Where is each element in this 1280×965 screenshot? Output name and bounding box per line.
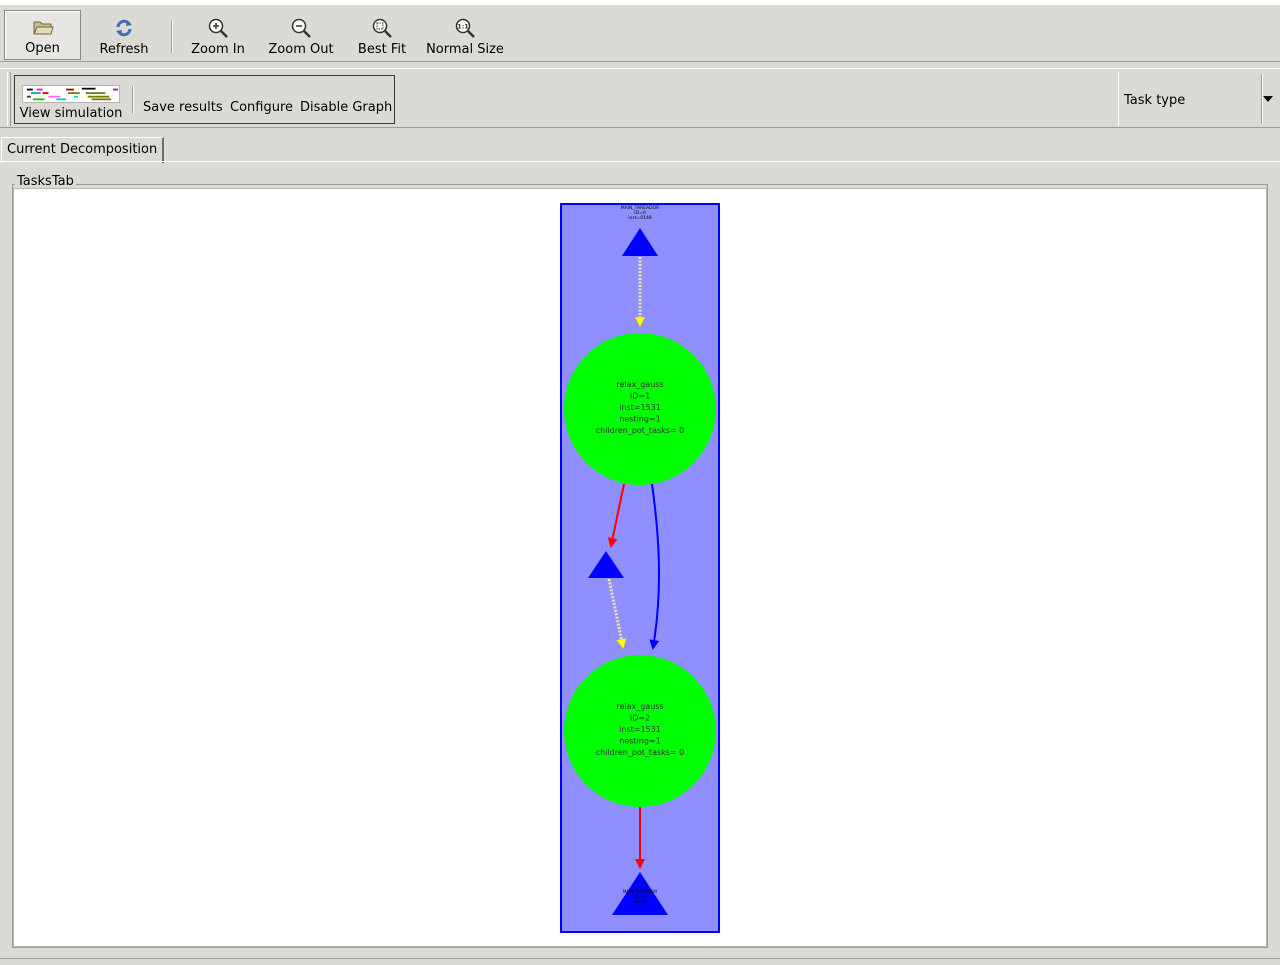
best-fit-label: Best Fit [357,42,407,57]
simulation-thumbnail-icon [22,85,120,103]
zoom-out-icon [291,18,311,38]
task-node-1-line-0: relax_gauss [616,380,663,389]
task-node-1-line-3: nesting=1 [619,415,660,424]
open-label: Open [25,41,60,56]
main-toolbar: Open Refresh Zoom In Zoom Out Best Fit 1… [0,0,1280,62]
disable-graph-button[interactable]: Disable Graph [300,100,392,116]
best-fit-button[interactable]: Best Fit [350,10,414,60]
zoom-out-label: Zoom Out [268,42,334,57]
task-type-combobox[interactable]: Task type [1118,72,1280,126]
normal-size-button[interactable]: 1:1 Normal Size [424,10,506,60]
graph-canvas[interactable]: MAIN_TAREADOR ID=0 inst=0148 relax_gauss… [13,188,1267,947]
task-node-2-line-1: ID=2 [630,714,650,723]
svg-text:1:1: 1:1 [457,23,469,31]
task-graph[interactable]: MAIN_TAREADOR ID=0 inst=0148 relax_gauss… [14,189,1267,947]
view-simulation-label: View simulation [19,106,123,121]
refresh-button[interactable]: Refresh [88,10,160,60]
save-results-button[interactable]: Save results [143,100,223,116]
zoom-100-icon: 1:1 [455,18,475,38]
configure-button[interactable]: Configure [230,100,293,116]
simulation-group: View simulation Save results Configure D… [14,75,395,124]
zoom-in-button[interactable]: Zoom In [184,10,252,60]
task-node-2-line-2: inst=1531 [619,725,661,734]
zoom-in-label: Zoom In [191,42,245,57]
task-node-1-line-2: inst=1531 [619,403,661,412]
end-node-line-2: inst=0 [633,899,647,904]
folder-open-icon [32,21,54,35]
refresh-label: Refresh [99,42,149,57]
toolbar-grip[interactable] [7,72,11,126]
normal-size-label: Normal Size [426,42,504,57]
refresh-icon [116,19,132,37]
simulation-toolbar: View simulation Save results Configure D… [0,68,1280,128]
task-type-selected: Task type [1124,93,1186,108]
task-node-2-line-3: nesting=1 [619,737,660,746]
tab-panel: TasksTab MAIN_TAREADOR ID=0 inst=0148 re… [0,161,1280,961]
tab-current-decomposition[interactable]: Current Decomposition [1,137,165,163]
tab-strip: Current Decomposition [0,128,1280,163]
toolbar-separator [171,20,173,53]
task-node-2-line-0: relax_gauss [616,702,663,711]
view-simulation-button[interactable]: View simulation [18,79,124,121]
start-node-line-2: inst=0148 [628,215,652,221]
status-strip [0,958,1280,965]
tasks-group-title: TasksTab [15,174,76,189]
task-node-1-line-4: children_pot_tasks= 0 [596,426,685,435]
simulation-separator [132,86,134,113]
zoom-out-button[interactable]: Zoom Out [262,10,340,60]
task-node-2-line-4: children_pot_tasks= 0 [596,748,685,757]
task-node-1[interactable]: relax_gauss ID=1 inst=1531 nesting=1 chi… [564,333,716,485]
zoom-in-icon [208,18,228,38]
dropdown-arrow-icon[interactable] [1263,96,1273,102]
zoom-fit-icon [372,18,392,38]
task-node-1-line-1: ID=1 [630,392,650,401]
task-node-2[interactable]: relax_gauss ID=2 inst=1531 nesting=1 chi… [564,655,716,807]
open-button[interactable]: Open [4,10,81,60]
